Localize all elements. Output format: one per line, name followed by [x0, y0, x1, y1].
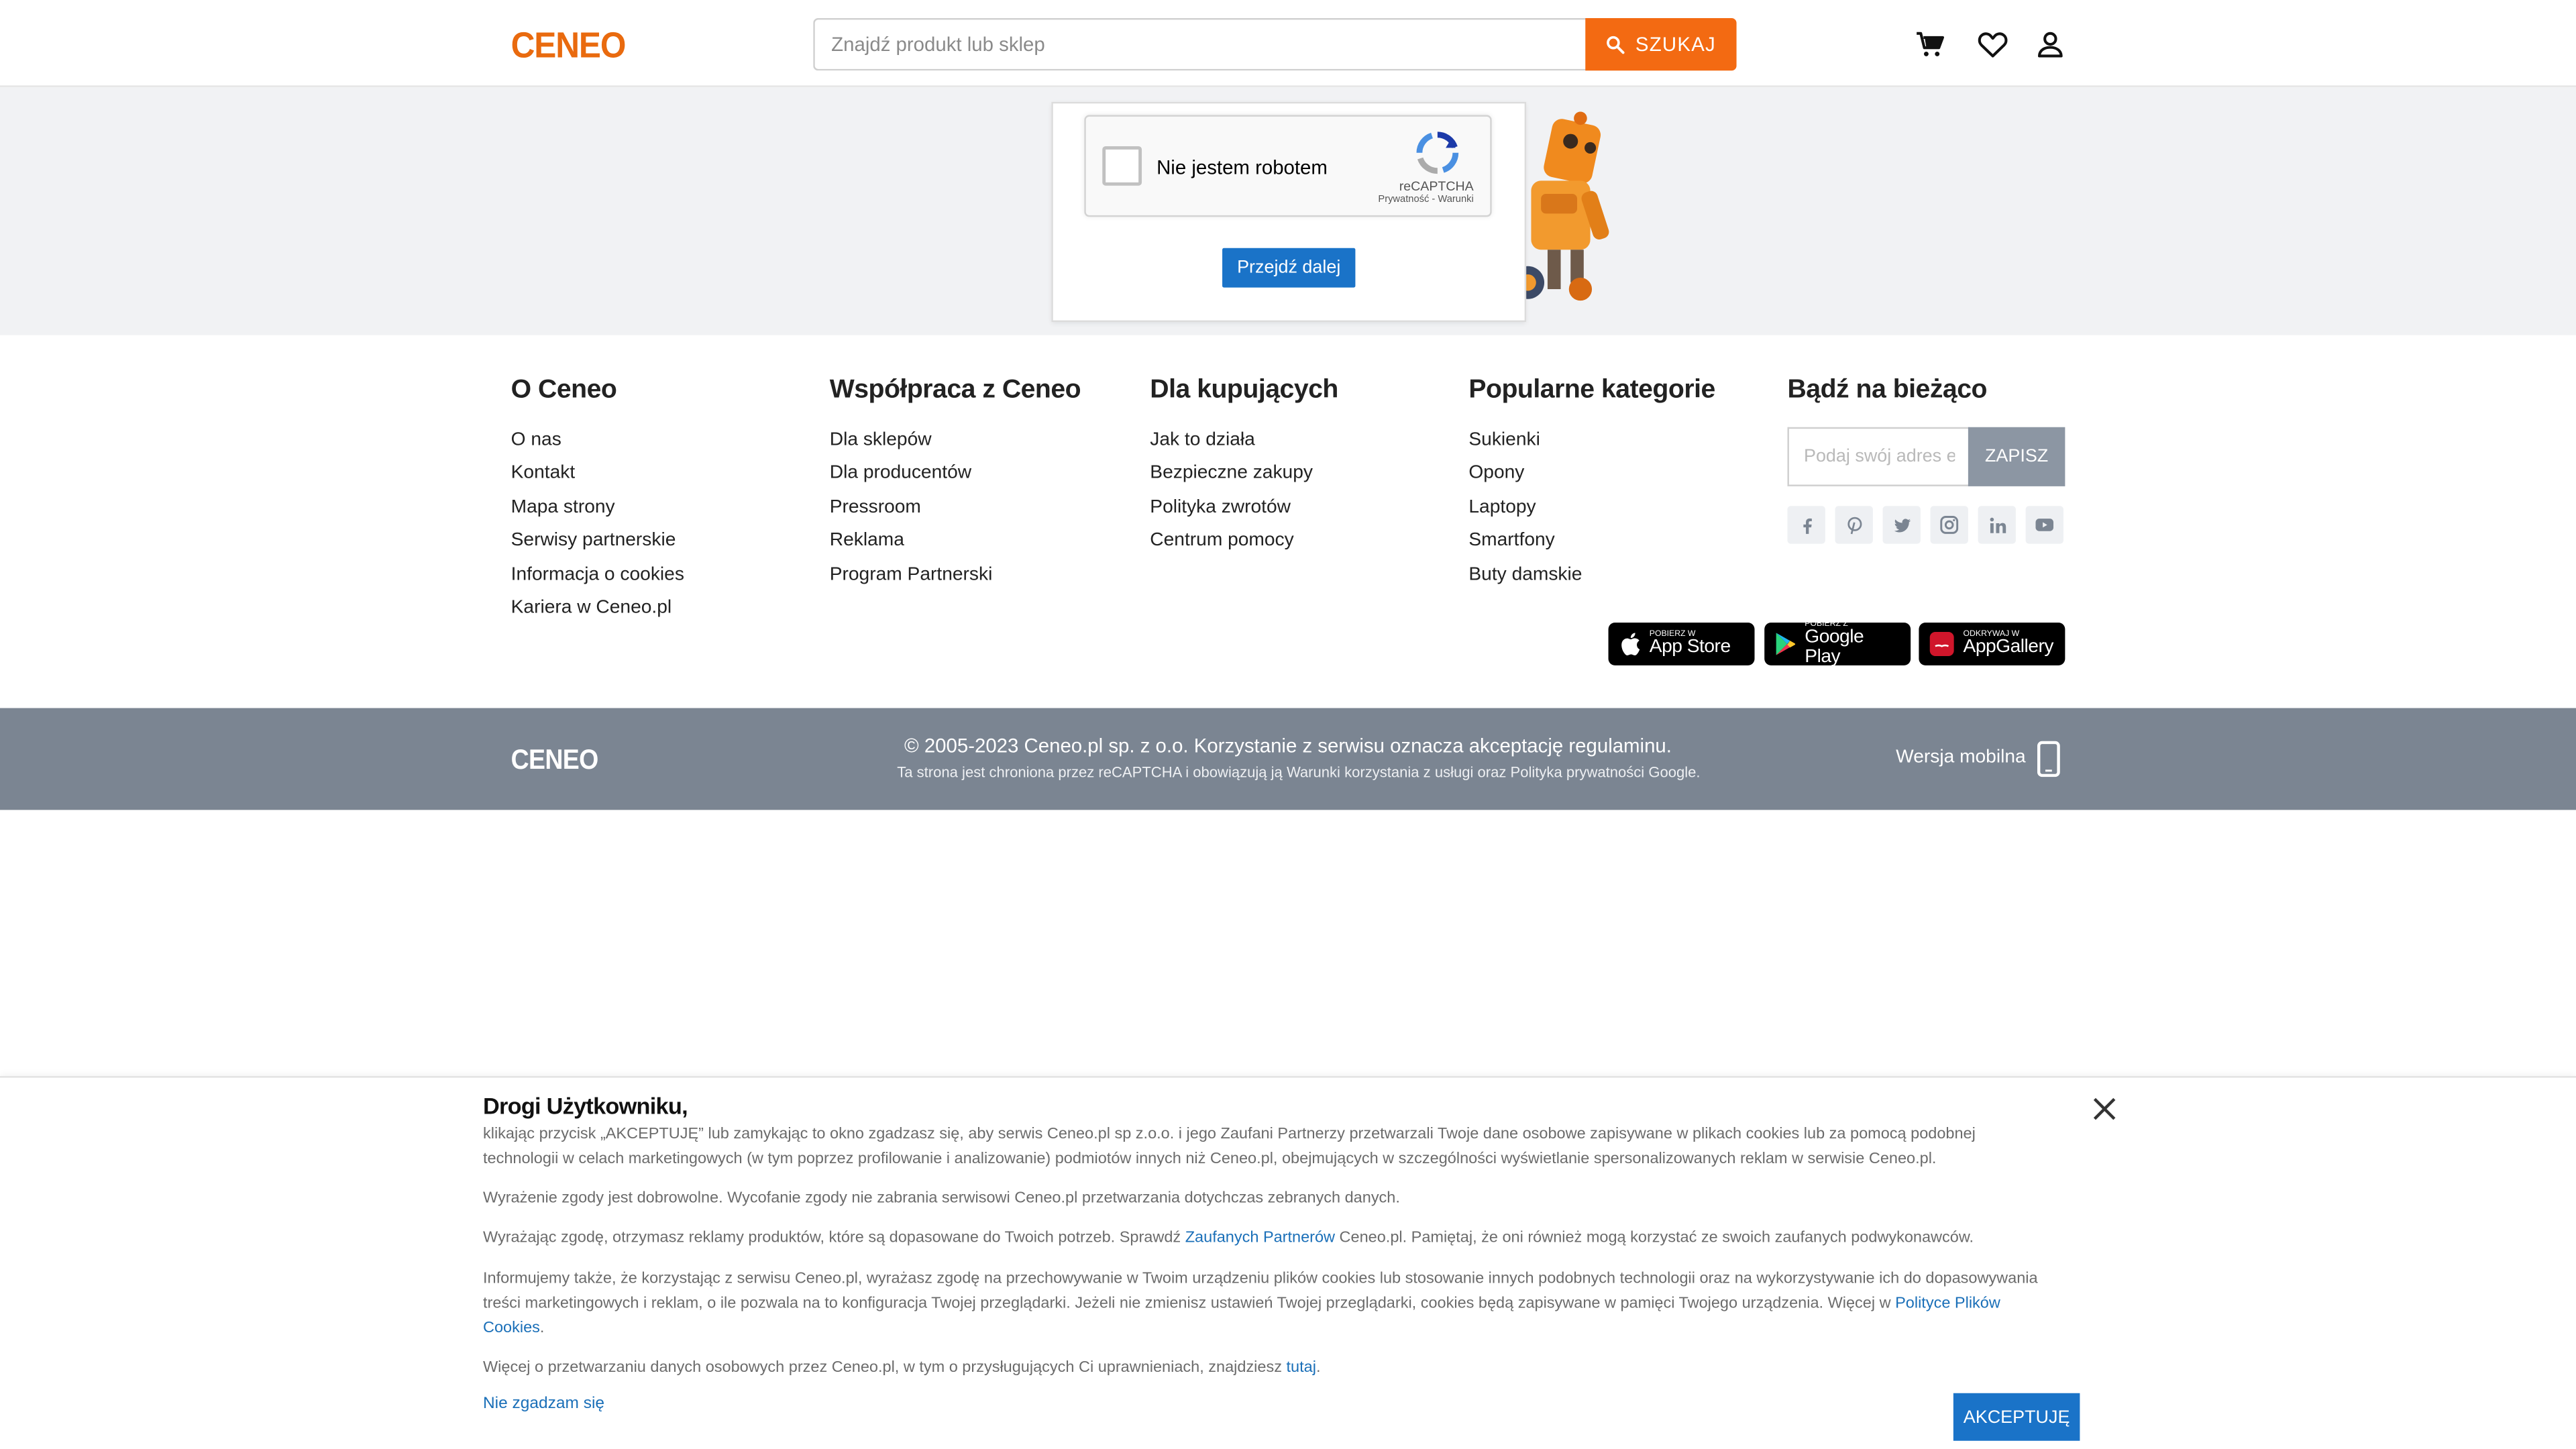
- footer-col-title: Popularne kategorie: [1468, 376, 1715, 405]
- continue-button[interactable]: Przejdź dalej: [1222, 248, 1356, 288]
- cookie-paragraph: klikając przycisk „AKCEPTUJĘ” lub zamyka…: [483, 1125, 1976, 1168]
- twitter-icon[interactable]: [1882, 506, 1921, 544]
- footer-link[interactable]: Kontakt: [511, 462, 684, 496]
- recaptcha-links[interactable]: Prywatność - Warunki: [1378, 195, 1473, 205]
- store-big-text: AppGallery: [1963, 637, 2054, 657]
- search-button[interactable]: SZUKAJ: [1585, 17, 1737, 71]
- cookie-text: Informujemy także, że korzystając z serw…: [483, 1270, 2038, 1313]
- footer-link[interactable]: Sukienki: [1468, 429, 1582, 462]
- cookie-text: Więcej o przetwarzaniu danych osobowych …: [483, 1358, 1287, 1377]
- footer-link[interactable]: Dla producentów: [830, 462, 993, 496]
- cookie-text: .: [539, 1318, 545, 1337]
- footer-link[interactable]: Program Partnerski: [830, 563, 993, 596]
- footer-col-title: Dla kupujących: [1150, 376, 1338, 405]
- recaptcha-brand: reCAPTCHA: [1399, 178, 1474, 194]
- cart-icon[interactable]: [1914, 28, 1947, 61]
- footer-link[interactable]: O nas: [511, 429, 684, 462]
- cookie-paragraph: Więcej o przetwarzaniu danych osobowych …: [483, 1357, 2044, 1381]
- footer-link[interactable]: Informacja o cookies: [511, 563, 684, 596]
- linkedin-icon[interactable]: [1978, 506, 2016, 544]
- footer-link[interactable]: Buty damskie: [1468, 563, 1582, 596]
- footer-link[interactable]: Opony: [1468, 462, 1582, 496]
- footer-col-list: Dla sklepów Dla producentów Pressroom Re…: [830, 429, 993, 596]
- huawei-icon: [1929, 632, 1954, 656]
- copyright-text: © 2005-2023 Ceneo.pl sp. z o.o. Korzysta…: [904, 734, 1672, 757]
- footer-link[interactable]: Smartfony: [1468, 529, 1582, 563]
- newsletter-email-input[interactable]: [1787, 427, 1970, 486]
- google-play-badge[interactable]: POBIERZ Z Google Play: [1764, 620, 1911, 667]
- search-icon: [1607, 36, 1625, 54]
- store-big-text: App Store: [1649, 637, 1731, 657]
- footer-link[interactable]: Kariera w Ceneo.pl: [511, 596, 684, 630]
- decline-link[interactable]: Nie zgadzam się: [483, 1395, 604, 1413]
- page: CENEO SZUKAJ Nie jestem robotem reCAPTCH…: [0, 0, 2576, 1449]
- cookie-title: Drogi Użytkowniku,: [483, 1092, 688, 1119]
- heart-icon[interactable]: [1976, 28, 2009, 61]
- user-icon[interactable]: [2034, 28, 2067, 61]
- app-store-badge[interactable]: Pobierz w App Store: [1608, 623, 1755, 665]
- recaptcha-note: Ta strona jest chroniona przez reCAPTCHA…: [897, 763, 1701, 781]
- footer-link[interactable]: Serwisy partnerskie: [511, 529, 684, 563]
- search-input[interactable]: [813, 17, 1587, 71]
- bottom-bar: [0, 708, 2576, 810]
- footer-link[interactable]: Mapa strony: [511, 496, 684, 529]
- cookie-text: .: [1316, 1358, 1321, 1377]
- accept-button[interactable]: AKCEPTUJĘ: [1953, 1393, 2080, 1441]
- recaptcha-logo-icon: [1416, 131, 1459, 174]
- footer-col-list: O nas Kontakt Mapa strony Serwisy partne…: [511, 429, 684, 630]
- app-gallery-badge[interactable]: ODKRYWAJ W AppGallery: [1919, 623, 2065, 665]
- cookie-text: Wyrażając zgodę, otrzymasz reklamy produ…: [483, 1228, 1185, 1247]
- recaptcha-widget: Nie jestem robotem reCAPTCHA Prywatność …: [1084, 115, 1492, 217]
- store-big-text: Google Play: [1805, 627, 1864, 667]
- smartphone-icon[interactable]: [2035, 741, 2061, 777]
- footer-link[interactable]: Dla sklepów: [830, 429, 993, 462]
- footer-link[interactable]: Jak to działa: [1150, 429, 1313, 462]
- footer-col-list: Jak to działa Bezpieczne zakupy Polityka…: [1150, 429, 1313, 563]
- footer-col-list: Sukienki Opony Laptopy Smartfony Buty da…: [1468, 429, 1582, 596]
- footer-link[interactable]: Laptopy: [1468, 496, 1582, 529]
- recaptcha-checkbox[interactable]: [1102, 146, 1142, 186]
- mobile-version-link[interactable]: Wersja mobilna: [1896, 747, 2026, 767]
- instagram-icon[interactable]: [1930, 506, 1968, 544]
- footer-link[interactable]: Pressroom: [830, 496, 993, 529]
- newsletter-subscribe-button[interactable]: ZAPISZ: [1968, 427, 2065, 486]
- trusted-partners-link[interactable]: Zaufanych Partnerów: [1185, 1229, 1335, 1247]
- footer-col-title: Współpraca z Ceneo: [829, 376, 1081, 405]
- footer-link[interactable]: Polityka zwrotów: [1150, 496, 1313, 529]
- cookie-text: Ceneo.pl. Pamiętaj, że oni również mogą …: [1335, 1228, 1974, 1247]
- pinterest-icon[interactable]: [1835, 506, 1873, 544]
- cookie-paragraph: Wyrażenie zgody jest dobrowolne. Wycofan…: [483, 1189, 1400, 1208]
- privacy-info-link[interactable]: tutaj: [1287, 1358, 1316, 1377]
- newsletter-title: Bądź na bieżąco: [1787, 376, 1988, 405]
- recaptcha-label: Nie jestem robotem: [1157, 156, 1328, 179]
- close-icon[interactable]: [2090, 1094, 2119, 1124]
- youtube-icon[interactable]: [2025, 506, 2063, 544]
- cookie-paragraph: Wyrażając zgodę, otrzymasz reklamy produ…: [483, 1227, 2060, 1251]
- ceneo-logo[interactable]: CENEO: [511, 25, 627, 68]
- footer-link[interactable]: Bezpieczne zakupy: [1150, 462, 1313, 496]
- search-button-label: SZUKAJ: [1635, 32, 1716, 56]
- footer-col-title: O Ceneo: [511, 376, 617, 405]
- facebook-icon[interactable]: [1787, 506, 1825, 544]
- apple-icon: [1621, 633, 1640, 655]
- cookie-paragraph: Informujemy także, że korzystając z serw…: [483, 1269, 2044, 1342]
- footer-link[interactable]: Reklama: [830, 529, 993, 563]
- footer-link[interactable]: Centrum pomocy: [1150, 529, 1313, 563]
- google-play-icon: [1776, 633, 1796, 655]
